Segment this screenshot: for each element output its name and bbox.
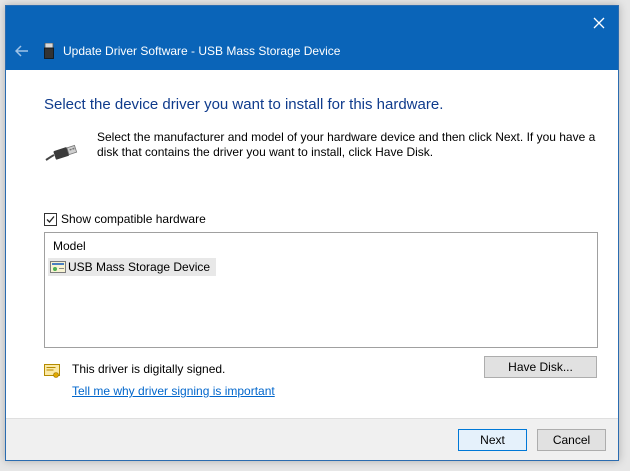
back-arrow-icon: [15, 45, 28, 57]
back-button[interactable]: [11, 40, 33, 62]
have-disk-button[interactable]: Have Disk...: [484, 356, 597, 378]
dialog-window: Update Driver Software - USB Mass Storag…: [5, 5, 619, 461]
usb-device-icon: [44, 43, 54, 59]
usb-plug-icon: [45, 144, 78, 161]
list-item-label: USB Mass Storage Device: [68, 260, 211, 274]
title-bar: Update Driver Software - USB Mass Storag…: [6, 6, 618, 70]
next-button[interactable]: Next: [458, 429, 527, 451]
checkmark-icon: [46, 215, 55, 223]
model-list[interactable]: Model USB Mass Storage Device: [44, 232, 598, 348]
driver-certificate-icon: [50, 261, 66, 273]
driver-signing-link[interactable]: Tell me why driver signing is important: [72, 384, 275, 398]
close-button[interactable]: [586, 10, 612, 36]
content-area: Select the device driver you want to ins…: [6, 70, 618, 418]
instruction-text: Select the manufacturer and model of you…: [97, 130, 596, 159]
close-icon: [593, 17, 605, 29]
cancel-button[interactable]: Cancel: [537, 429, 606, 451]
signed-status-text: This driver is digitally signed.: [72, 362, 226, 376]
show-compatible-label: Show compatible hardware: [61, 212, 206, 226]
signed-driver-icon: [44, 364, 60, 378]
dialog-footer: Next Cancel: [6, 418, 618, 460]
model-column-header: Model: [53, 239, 86, 253]
show-compatible-checkbox[interactable]: Show compatible hardware: [44, 212, 206, 226]
window-title: Update Driver Software - USB Mass Storag…: [63, 44, 341, 58]
checkbox-box[interactable]: [44, 212, 57, 226]
page-title: Select the device driver you want to ins…: [44, 96, 444, 113]
list-item[interactable]: USB Mass Storage Device: [48, 258, 217, 276]
